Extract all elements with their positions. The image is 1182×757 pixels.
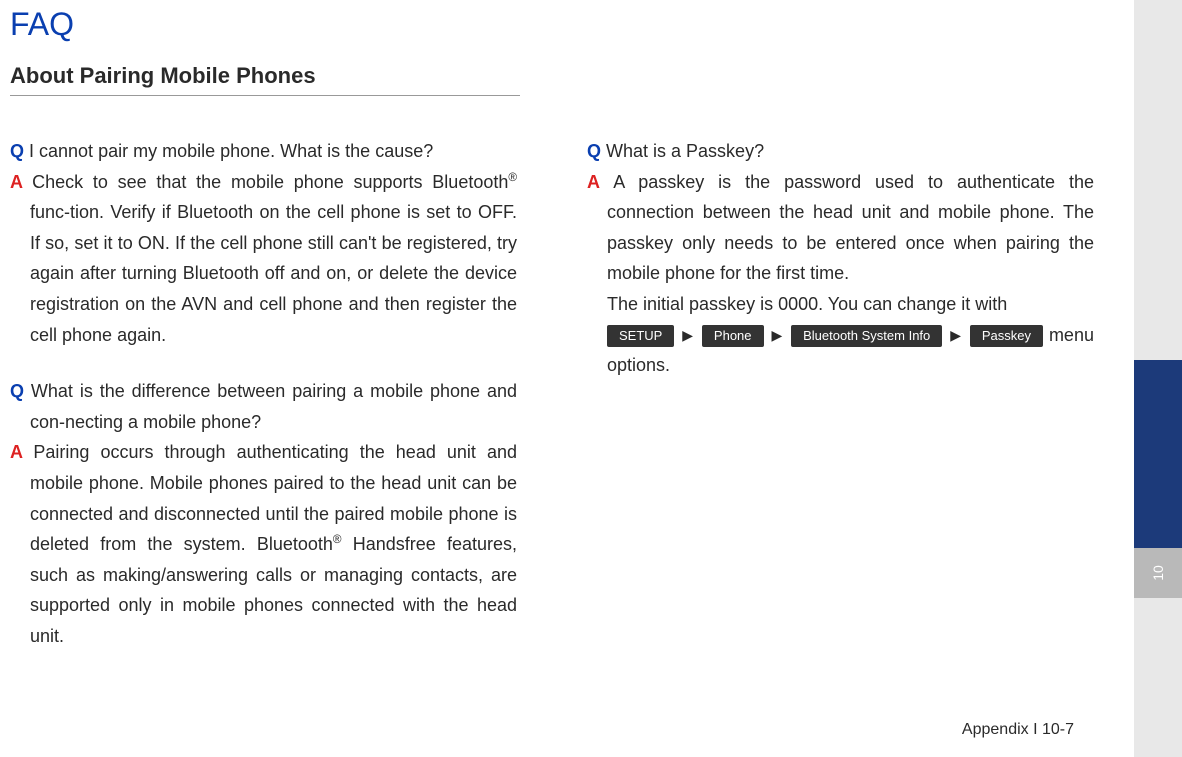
a-label: A <box>10 442 33 462</box>
registered-mark: ® <box>333 533 342 546</box>
answer-text: Check to see that the mobile phone suppo… <box>32 172 508 192</box>
answer-text: The initial passkey is 0000. You can cha… <box>607 294 1007 314</box>
menu-button-bluetooth: Bluetooth System Info <box>791 325 942 347</box>
answer-text: A passkey is the password used to authen… <box>607 172 1094 284</box>
question-text: What is the difference between pairing a… <box>30 381 517 432</box>
faq-item: Q What is the difference between pairing… <box>10 376 517 651</box>
arrow-icon: ▶ <box>682 327 694 343</box>
question-text: What is a Passkey? <box>606 141 764 161</box>
question-text: I cannot pair my mobile phone. What is t… <box>29 141 433 161</box>
question-block: Q What is the difference between pairing… <box>10 376 517 437</box>
menu-button-phone: Phone <box>702 325 764 347</box>
q-label: Q <box>10 141 29 161</box>
q-label: Q <box>10 381 31 401</box>
arrow-icon: ▶ <box>771 327 783 343</box>
sidebar-accent <box>1134 360 1182 560</box>
page-footer: Appendix I 10-7 <box>962 721 1074 739</box>
document-page: FAQ About Pairing Mobile Phones Q I cann… <box>0 0 1134 757</box>
menu-button-setup: SETUP <box>607 325 674 347</box>
arrow-icon: ▶ <box>950 327 962 343</box>
answer-block: A A passkey is the password used to auth… <box>587 167 1094 289</box>
q-label: Q <box>587 141 606 161</box>
a-label: A <box>587 172 613 192</box>
column-right: Q What is a Passkey? A A passkey is the … <box>587 136 1094 678</box>
a-label: A <box>10 172 32 192</box>
chapter-tab: 10 <box>1134 548 1182 598</box>
question-line: Q I cannot pair my mobile phone. What is… <box>10 136 517 167</box>
question-line: Q What is a Passkey? <box>587 136 1094 167</box>
registered-mark: ® <box>508 171 517 184</box>
faq-item: Q I cannot pair my mobile phone. What is… <box>10 136 517 350</box>
page-title: FAQ <box>10 6 1094 43</box>
menu-button-passkey: Passkey <box>970 325 1043 347</box>
section-heading: About Pairing Mobile Phones <box>10 63 520 96</box>
menu-path-line: SETUP ▶ Phone ▶ Bluetooth System Info ▶ … <box>587 320 1094 381</box>
side-tab-strip: 10 <box>1134 0 1182 757</box>
column-left: Q I cannot pair my mobile phone. What is… <box>10 136 517 678</box>
answer-line: The initial passkey is 0000. You can cha… <box>587 289 1094 320</box>
content-columns: Q I cannot pair my mobile phone. What is… <box>10 136 1094 678</box>
answer-text-cont: func-tion. Verify if Bluetooth on the ce… <box>30 202 517 344</box>
faq-item: Q What is a Passkey? A A passkey is the … <box>587 136 1094 381</box>
chapter-number: 10 <box>1150 565 1166 581</box>
answer-block: A Check to see that the mobile phone sup… <box>10 167 517 351</box>
answer-block: A Pairing occurs through authenticating … <box>10 437 517 651</box>
